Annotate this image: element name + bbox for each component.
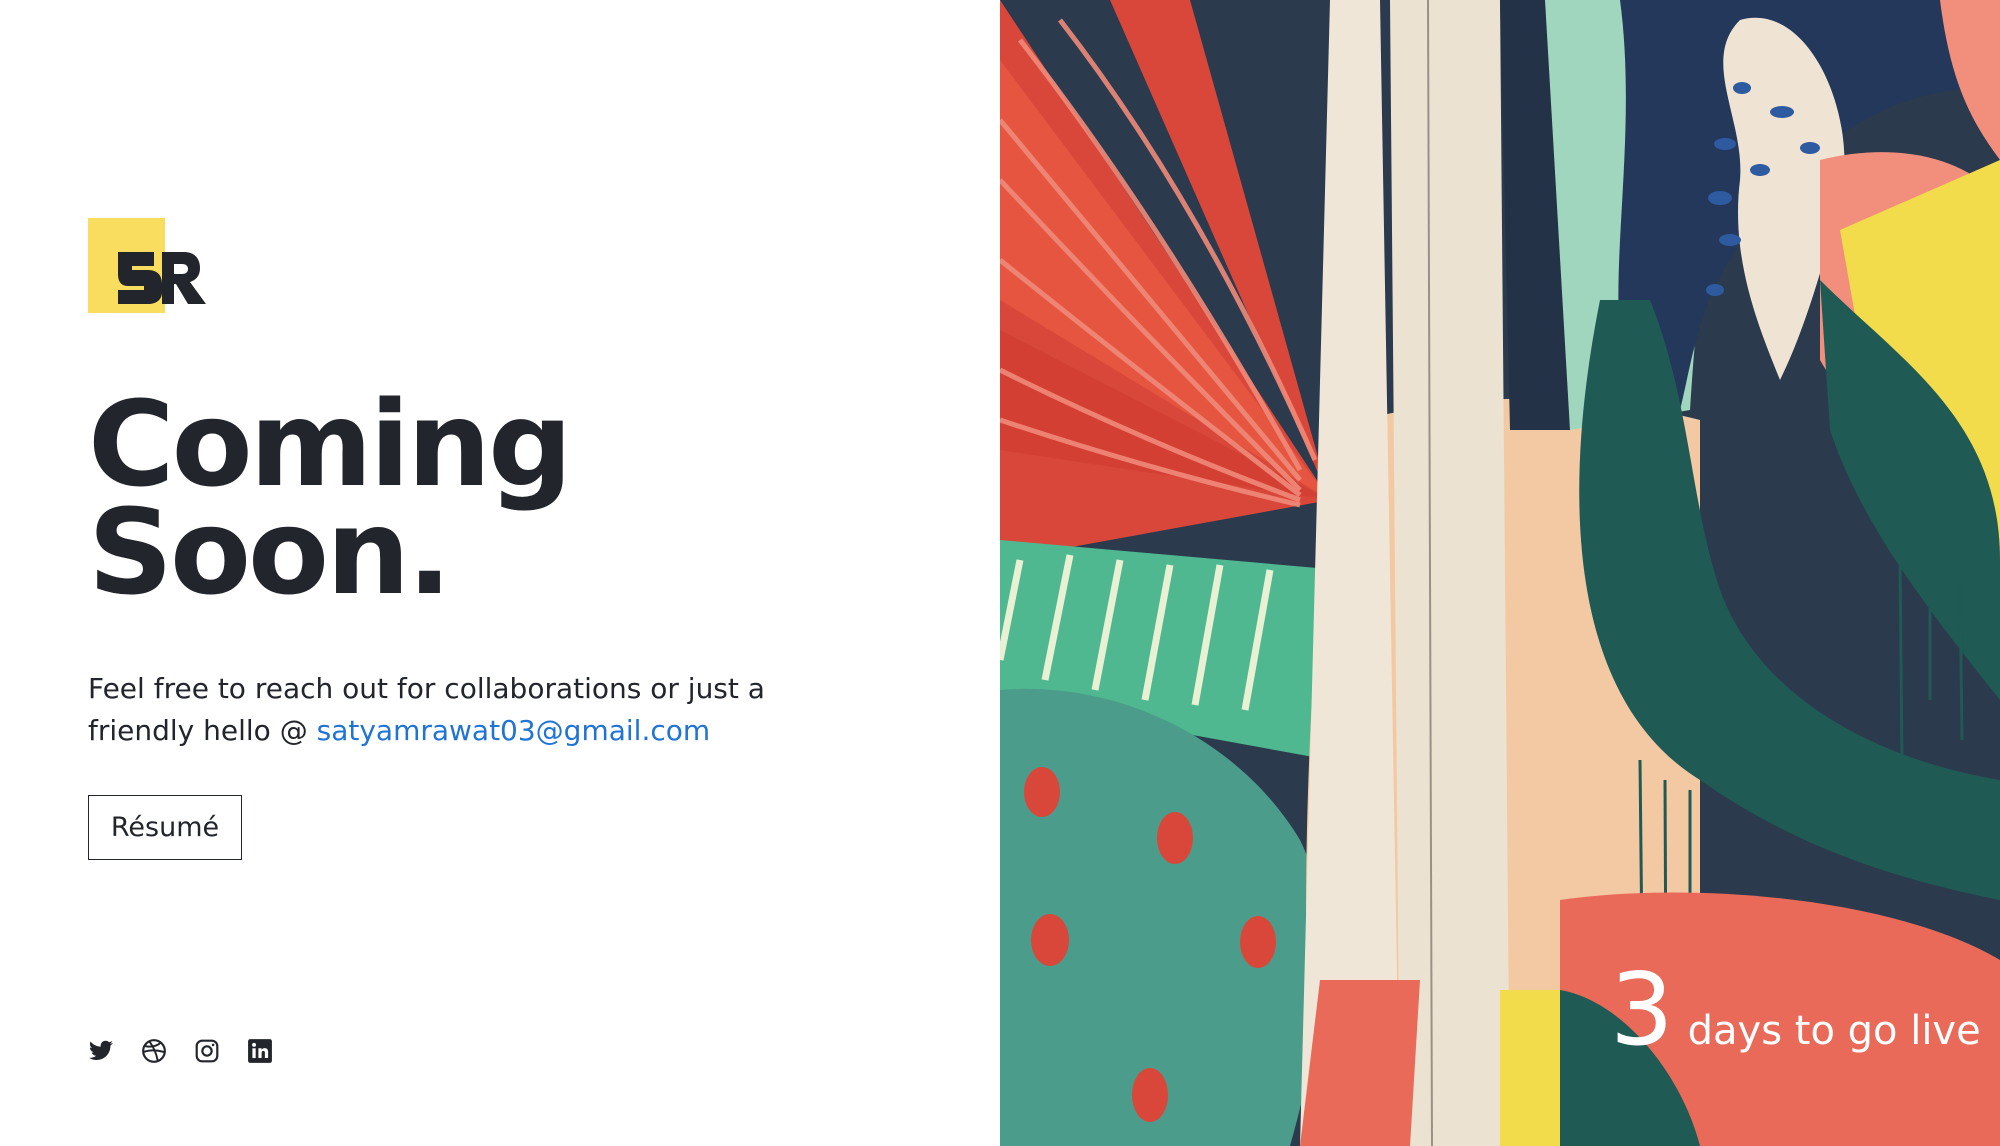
countdown-label: days to go live [1687,1008,1981,1054]
page-title: Coming Soon. [88,375,573,621]
brand-logo[interactable] [88,218,206,314]
contact-blurb: Feel free to reach out for collaboration… [88,668,868,752]
title-line-1: Coming [88,375,573,513]
countdown-number: 3 [1610,951,1674,1068]
dribbble-icon[interactable] [141,1038,167,1064]
email-link[interactable]: satyamrawat03@gmail.com [317,714,711,747]
intro-panel: Coming Soon. Feel free to reach out for … [0,0,1000,1146]
sr-monogram-icon [118,252,206,304]
linkedin-icon[interactable] [247,1038,273,1064]
coming-soon-page: Coming Soon. Feel free to reach out for … [0,0,2000,1146]
resume-button[interactable]: Résumé [88,795,242,860]
social-links [88,1038,273,1064]
launch-countdown: 3 days to go live [1610,960,1981,1060]
twitter-icon[interactable] [88,1038,114,1064]
instagram-icon[interactable] [194,1038,220,1064]
title-line-2: Soon. [88,483,452,621]
